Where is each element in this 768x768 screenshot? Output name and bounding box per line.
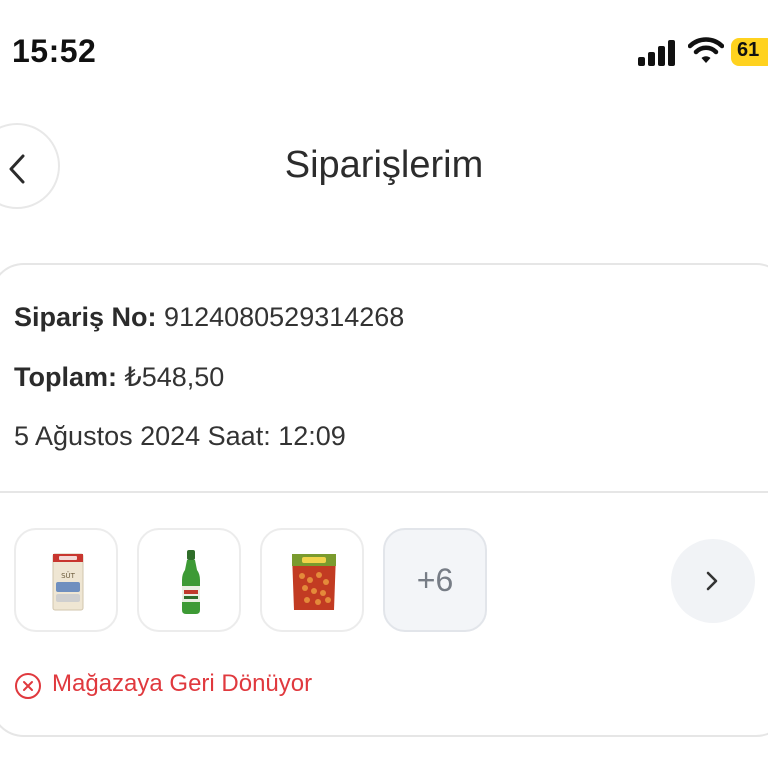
product-thumbnail[interactable] <box>137 528 241 632</box>
green-bottle-icon <box>182 550 200 614</box>
milk-carton-icon: SÜT <box>52 553 84 611</box>
chevron-right-icon <box>706 571 718 591</box>
divider <box>0 491 768 493</box>
order-number-value: 9124080529314268 <box>164 302 405 332</box>
order-total-value: ₺548,50 <box>124 362 225 392</box>
cellular-signal-icon <box>638 40 678 66</box>
order-total-row: Toplam: ₺548,50 <box>14 362 224 393</box>
milk-carton-text: SÜT <box>61 571 76 580</box>
order-status-text: Mağazaya Geri Dönüyor <box>52 670 313 697</box>
product-thumbnail[interactable] <box>260 528 364 632</box>
order-date: 5 Ağustos 2024 Saat: 12:09 <box>14 421 346 451</box>
battery-icon: 61 <box>731 38 768 66</box>
snack-pack-icon <box>292 554 336 610</box>
status-time: 15:52 <box>12 33 97 69</box>
page-title: Siparişlerim <box>284 144 484 186</box>
order-number-label: Sipariş No: <box>14 302 157 332</box>
product-thumbnail[interactable]: SÜT <box>14 528 118 632</box>
status-bar: 15:52 61 <box>0 0 768 100</box>
battery-level: 61 <box>737 39 760 61</box>
order-detail-button[interactable] <box>671 539 755 623</box>
cancel-circle-icon <box>15 673 41 699</box>
wifi-icon <box>687 36 725 66</box>
order-number-row: Sipariş No: 9124080529314268 <box>14 302 404 333</box>
more-products-badge[interactable]: +6 <box>383 528 487 632</box>
order-total-label: Toplam: <box>14 362 117 392</box>
order-card[interactable] <box>0 263 768 737</box>
